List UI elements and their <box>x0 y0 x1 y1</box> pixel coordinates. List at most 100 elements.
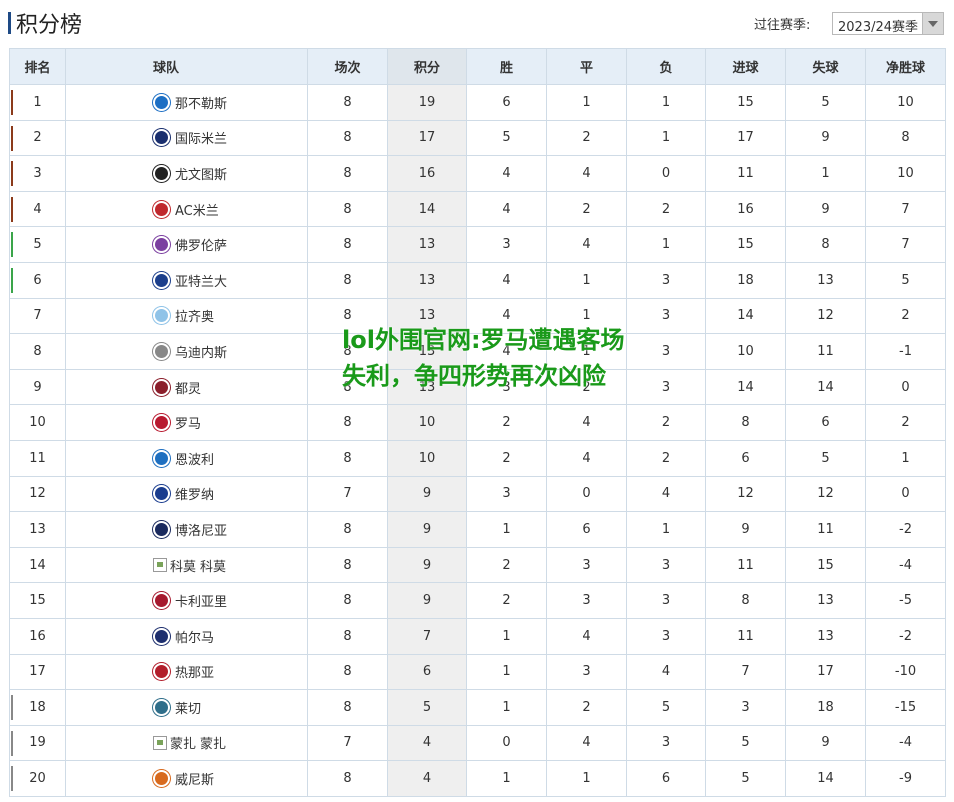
team-name[interactable]: 蒙扎 <box>200 733 226 752</box>
team-name[interactable]: AC米兰 <box>175 200 219 219</box>
points-cell: 19 <box>387 84 467 121</box>
header-goal-diff[interactable]: 净胜球 <box>865 48 946 85</box>
team-name[interactable]: 罗马 <box>175 413 201 432</box>
team-cell[interactable]: 威尼斯 <box>65 760 308 797</box>
goal-diff-cell: -15 <box>865 689 946 726</box>
points-cell: 7 <box>387 617 467 655</box>
team-name[interactable]: 热那亚 <box>175 662 214 681</box>
played-cell: 8 <box>307 155 388 192</box>
team-name[interactable]: 亚特兰大 <box>175 271 227 290</box>
team-cell[interactable]: 国际米兰 <box>65 119 308 157</box>
team-crest-icon <box>153 271 170 289</box>
goals-for-cell: 3 <box>705 689 786 726</box>
team-name[interactable]: 都灵 <box>175 378 201 397</box>
table-row[interactable]: 17 热那亚 8 6 1 3 4 7 17 -10 <box>9 653 946 691</box>
team-name[interactable]: 佛罗伦萨 <box>175 235 227 254</box>
table-row[interactable]: 15 卡利亚里 8 9 2 3 3 8 13 -5 <box>9 582 946 619</box>
header-goals-for[interactable]: 进球 <box>705 48 786 85</box>
team-cell[interactable]: 都灵 <box>65 368 308 406</box>
team-name[interactable]: 莱切 <box>175 698 201 717</box>
team-cell[interactable]: 卡利亚里 <box>65 582 308 619</box>
qualification-marker <box>11 125 13 151</box>
table-row[interactable]: 4 AC米兰 8 14 4 2 2 16 9 7 <box>9 190 946 228</box>
team-cell[interactable]: 科莫 科莫 <box>65 546 308 584</box>
goals-against-cell: 8 <box>785 226 866 263</box>
team-name[interactable]: 恩波利 <box>175 449 214 468</box>
rank-cell: 8 <box>9 333 66 370</box>
goals-against-cell: 14 <box>785 760 866 797</box>
team-cell[interactable]: 尤文图斯 <box>65 155 308 192</box>
goals-for-cell: 8 <box>705 404 786 441</box>
team-name[interactable]: 科莫 <box>200 556 226 575</box>
team-name[interactable]: 威尼斯 <box>175 769 214 788</box>
header-points[interactable]: 积分 <box>387 48 467 85</box>
team-cell[interactable]: 蒙扎 蒙扎 <box>65 724 308 762</box>
table-row[interactable]: 2 国际米兰 8 17 5 2 1 17 9 8 <box>9 119 946 157</box>
table-row[interactable]: 12 维罗纳 7 9 3 0 4 12 12 0 <box>9 475 946 513</box>
table-row[interactable]: 13 博洛尼亚 8 9 1 6 1 9 11 -2 <box>9 511 946 548</box>
team-cell[interactable]: 博洛尼亚 <box>65 511 308 548</box>
rank-value: 2 <box>33 130 42 146</box>
header-losses[interactable]: 负 <box>626 48 706 85</box>
rank-cell: 9 <box>9 368 66 406</box>
wins-cell: 3 <box>466 475 547 513</box>
rank-cell: 5 <box>9 226 66 263</box>
team-name[interactable]: 国际米兰 <box>175 128 227 147</box>
team-cell[interactable]: 罗马 <box>65 404 308 441</box>
header-wins[interactable]: 胜 <box>466 48 547 85</box>
team-cell[interactable]: 亚特兰大 <box>65 261 308 299</box>
header-rank[interactable]: 排名 <box>9 48 66 85</box>
header-goals-against[interactable]: 失球 <box>785 48 866 85</box>
team-cell[interactable]: AC米兰 <box>65 190 308 228</box>
team-name[interactable]: 维罗纳 <box>175 484 214 503</box>
team-name[interactable]: 帕尔马 <box>175 627 214 646</box>
season-dropdown[interactable]: 2023/24赛季 <box>832 12 944 35</box>
points-cell: 10 <box>387 439 467 477</box>
team-cell[interactable]: 乌迪内斯 <box>65 333 308 370</box>
team-cell[interactable]: 拉齐奥 <box>65 297 308 335</box>
team-cell[interactable]: 莱切 <box>65 689 308 726</box>
rank-value: 7 <box>33 308 42 324</box>
wins-cell: 1 <box>466 617 547 655</box>
team-name[interactable]: 那不勒斯 <box>175 93 227 112</box>
table-row[interactable]: 14 科莫 科莫 8 9 2 3 3 11 15 -4 <box>9 546 946 584</box>
wins-cell: 4 <box>466 261 547 299</box>
team-cell[interactable]: 维罗纳 <box>65 475 308 513</box>
team-crest-icon <box>153 236 170 254</box>
losses-cell: 3 <box>626 617 706 655</box>
header-draws[interactable]: 平 <box>546 48 627 85</box>
header-team[interactable]: 球队 <box>65 48 308 85</box>
table-row[interactable]: 6 亚特兰大 8 13 4 1 3 18 13 5 <box>9 261 946 299</box>
goals-against-cell: 13 <box>785 261 866 299</box>
rank-value: 3 <box>33 165 42 181</box>
team-cell[interactable]: 佛罗伦萨 <box>65 226 308 263</box>
goal-diff-cell: -4 <box>865 546 946 584</box>
team-cell[interactable]: 热那亚 <box>65 653 308 691</box>
table-row[interactable]: 10 罗马 8 10 2 4 2 8 6 2 <box>9 404 946 441</box>
table-row[interactable]: 20 威尼斯 8 4 1 1 6 5 14 -9 <box>9 760 946 797</box>
rank-cell: 7 <box>9 297 66 335</box>
header-played[interactable]: 场次 <box>307 48 388 85</box>
team-crest-icon <box>153 93 170 111</box>
wins-cell: 4 <box>466 190 547 228</box>
goal-diff-cell: 0 <box>865 475 946 513</box>
rank-cell: 6 <box>9 261 66 299</box>
team-name[interactable]: 乌迪内斯 <box>175 342 227 361</box>
team-name[interactable]: 博洛尼亚 <box>175 520 227 539</box>
table-row[interactable]: 3 尤文图斯 8 16 4 4 0 11 1 10 <box>9 155 946 192</box>
team-cell[interactable]: 恩波利 <box>65 439 308 477</box>
team-cell[interactable]: 那不勒斯 <box>65 84 308 121</box>
table-row[interactable]: 18 莱切 8 5 1 2 5 3 18 -15 <box>9 689 946 726</box>
goal-diff-cell: 5 <box>865 261 946 299</box>
team-name[interactable]: 拉齐奥 <box>175 306 214 325</box>
table-row[interactable]: 11 恩波利 8 10 2 4 2 6 5 1 <box>9 439 946 477</box>
team-name[interactable]: 卡利亚里 <box>175 591 227 610</box>
played-cell: 8 <box>307 261 388 299</box>
table-row[interactable]: 1 那不勒斯 8 19 6 1 1 15 5 10 <box>9 84 946 121</box>
chevron-down-icon[interactable] <box>922 13 943 34</box>
team-name[interactable]: 尤文图斯 <box>175 164 227 183</box>
table-row[interactable]: 5 佛罗伦萨 8 13 3 4 1 15 8 7 <box>9 226 946 263</box>
table-row[interactable]: 19 蒙扎 蒙扎 7 4 0 4 3 5 9 -4 <box>9 724 946 762</box>
team-cell[interactable]: 帕尔马 <box>65 617 308 655</box>
table-row[interactable]: 16 帕尔马 8 7 1 4 3 11 13 -2 <box>9 617 946 655</box>
